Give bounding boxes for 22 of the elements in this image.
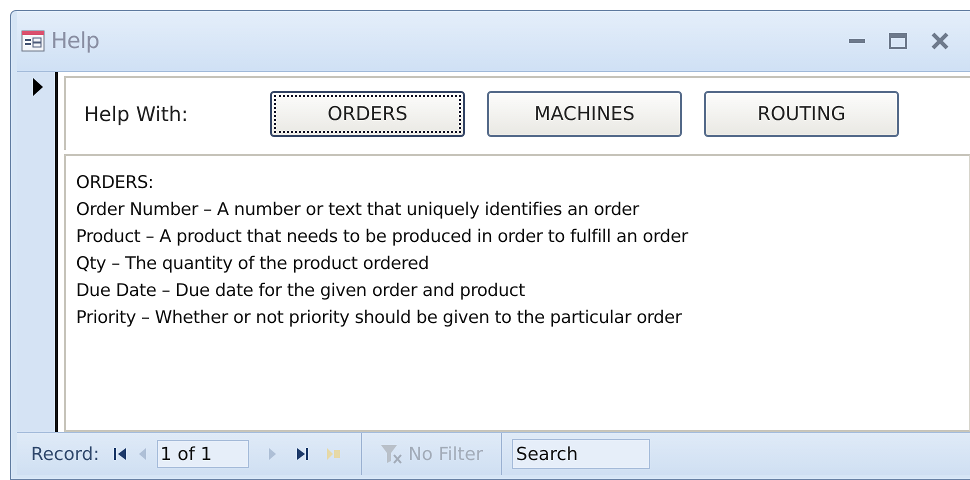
help-text-line: Order Number – A number or text that uniquely identifies an order (76, 199, 639, 222)
first-record-icon[interactable] (112, 445, 128, 463)
maximize-icon[interactable] (889, 33, 907, 49)
close-icon[interactable] (931, 32, 949, 50)
help-text-line: Qty – The quantity of the product ordered (76, 253, 429, 276)
help-text-line: Priority – Whether or not priority should be given to the particular order (76, 307, 682, 330)
help-topic-button[interactable]: ROUTING (704, 91, 899, 137)
record-number-field[interactable]: 1 of 1 (157, 440, 250, 468)
record-label: Record: (31, 444, 100, 464)
help-topic-button[interactable]: ORDERS (270, 91, 465, 137)
help-topic-button[interactable]: MACHINES (487, 91, 682, 137)
form-icon (21, 30, 45, 52)
help-text-line: ORDERS: (76, 172, 154, 195)
search-field[interactable]: Search (512, 439, 650, 469)
current-record-icon (33, 78, 43, 96)
filter-icon (380, 443, 402, 465)
help-text-line: Due Date – Due date for the given order and product (76, 280, 525, 303)
window-title: Help (51, 28, 100, 54)
last-record-icon[interactable] (294, 445, 310, 463)
help-text-line: Product – A product that needs to be produced in order to fulfill an order (76, 226, 688, 249)
minimize-icon[interactable] (849, 38, 865, 44)
help-with-label: Help With: (84, 102, 190, 126)
